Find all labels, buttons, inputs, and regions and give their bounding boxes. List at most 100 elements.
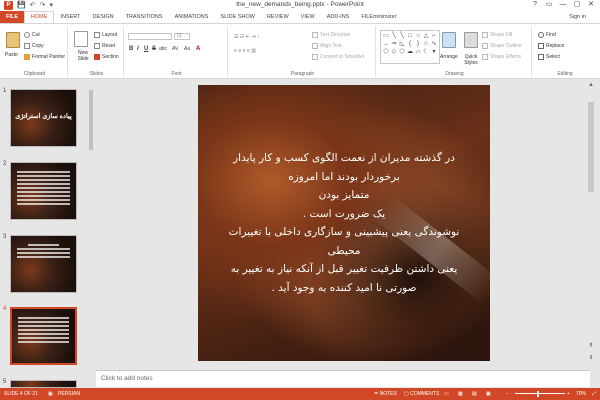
shape-rect-icon[interactable]: □: [406, 32, 414, 40]
section-button[interactable]: Section: [94, 54, 119, 60]
shape-triangle-icon[interactable]: △: [422, 32, 430, 40]
maximize-icon[interactable]: ▢: [570, 0, 584, 10]
shape-fill-button[interactable]: Shape Fill: [482, 32, 512, 38]
tab-review[interactable]: REVIEW: [261, 11, 295, 23]
text-direction-button[interactable]: Text Direction: [312, 32, 350, 38]
tab-view[interactable]: VIEW: [295, 11, 321, 23]
bold-button[interactable]: B: [129, 46, 133, 52]
shape-moon-icon[interactable]: ☾: [422, 48, 430, 56]
shape-outline-button[interactable]: Shape Outline: [482, 43, 522, 49]
zoom-out-icon[interactable]: −: [506, 388, 509, 400]
proofing-icon[interactable]: ▣: [48, 388, 53, 400]
cut-button[interactable]: Cut: [24, 32, 40, 38]
comments-button[interactable]: ▢ COMMENTS: [404, 388, 439, 400]
paste-icon[interactable]: [6, 32, 20, 48]
new-slide-button[interactable]: New Slide: [72, 50, 94, 62]
align-text-button[interactable]: Align Text: [312, 43, 342, 49]
tab-fileminimizer[interactable]: FILEminimizer: [355, 11, 402, 23]
font-size-field[interactable]: 72: [174, 33, 190, 40]
slide-thumbnail-4[interactable]: [10, 307, 77, 365]
strikethrough-button[interactable]: S: [152, 46, 156, 52]
alignment-buttons[interactable]: ≡ ≡ ≡ ≡ ▥: [234, 48, 256, 54]
format-painter-button[interactable]: Format Painter: [24, 54, 65, 60]
previous-slide-icon[interactable]: ⇞: [586, 342, 596, 349]
shape-cloud-icon[interactable]: ☁: [406, 48, 414, 56]
shape-effects-button[interactable]: Shape Effects: [482, 54, 521, 60]
minimize-icon[interactable]: —: [556, 0, 570, 10]
shape-callout-icon[interactable]: ▱: [414, 48, 422, 56]
reset-button[interactable]: Reset: [94, 43, 115, 49]
arrange-button[interactable]: Arrange: [440, 54, 458, 60]
close-icon[interactable]: ✕: [584, 0, 598, 10]
shapes-gallery[interactable]: ▭ ╲ ╲ □ ○ △ ⌐ → ⇒ ◺{} ☆ ∿ ⬠ ◇ ⬡ ☁ ▱ ☾ ▾: [380, 30, 440, 64]
tab-animations[interactable]: ANIMATIONS: [169, 11, 215, 23]
select-button[interactable]: Select: [538, 54, 560, 60]
arrange-icon[interactable]: [442, 32, 456, 48]
slide-thumbnail-5[interactable]: [10, 380, 77, 388]
slide-thumbnail-1[interactable]: پیاده سازی استراتژی: [10, 89, 77, 147]
replace-button[interactable]: Replace: [538, 43, 564, 49]
shape-star-icon[interactable]: ☆: [422, 40, 430, 48]
character-spacing-button[interactable]: AV: [172, 46, 178, 52]
shape-hex-icon[interactable]: ⬡: [398, 48, 406, 56]
zoom-level[interactable]: 70%: [576, 388, 586, 400]
tab-slide-show[interactable]: SLIDE SHOW: [214, 11, 261, 23]
thumbnails-scroll-thumb[interactable]: [89, 90, 93, 150]
bullets-button[interactable]: ☰ ☷ ⇤ ⇥ ↕: [234, 34, 259, 40]
slide-thumbnail-3[interactable]: [10, 235, 77, 293]
fit-slide-icon[interactable]: ⤢: [592, 388, 596, 400]
tab-home[interactable]: HOME: [23, 11, 55, 23]
ribbon-display-icon[interactable]: ▭: [542, 0, 556, 10]
change-case-button[interactable]: Aa: [184, 46, 190, 52]
shape-darrow-icon[interactable]: ⇒: [390, 40, 398, 48]
slide-body-text[interactable]: در گذشته مدیران از نعمت الگوی کسب و کار …: [212, 149, 476, 297]
sign-in-link[interactable]: Sign in: [569, 11, 586, 23]
shape-elbow-icon[interactable]: ⌐: [430, 32, 438, 40]
zoom-in-icon[interactable]: +: [567, 388, 570, 400]
font-name-field[interactable]: [128, 33, 172, 40]
shape-pentagon-icon[interactable]: ⬠: [382, 48, 390, 56]
copy-button[interactable]: Copy: [24, 43, 44, 49]
tab-add-ins[interactable]: ADD-INS: [321, 11, 356, 23]
scroll-up-icon[interactable]: ▲: [586, 82, 596, 88]
slide-thumbnail-2[interactable]: [10, 162, 77, 220]
normal-view-icon[interactable]: ▭: [444, 388, 449, 400]
shape-oval-icon[interactable]: ○: [414, 32, 422, 40]
shape-line-icon[interactable]: ╲: [390, 32, 398, 40]
shape-arrow-icon[interactable]: →: [382, 40, 390, 48]
editor-scroll-thumb[interactable]: [588, 102, 594, 192]
quick-styles-button[interactable]: Quick Styles: [460, 54, 482, 66]
layout-button[interactable]: Layout: [94, 32, 117, 38]
paste-button[interactable]: Paste: [5, 52, 18, 58]
editor-scrollbar[interactable]: ▲ ⇞ ⇟: [586, 80, 596, 370]
tab-design[interactable]: DESIGN: [87, 11, 120, 23]
tab-transitions[interactable]: TRANSITIONS: [120, 11, 169, 23]
zoom-slider[interactable]: [515, 393, 565, 394]
shape-brace-icon[interactable]: }: [414, 40, 422, 48]
convert-smartart-button[interactable]: Convert to SmartArt: [312, 54, 364, 60]
reading-view-icon[interactable]: ▤: [472, 388, 477, 400]
new-slide-icon[interactable]: [74, 31, 88, 47]
shape-bracket-icon[interactable]: {: [406, 40, 414, 48]
tab-file[interactable]: FILE: [0, 11, 24, 23]
shape-line2-icon[interactable]: ╲: [398, 32, 406, 40]
thumbnails-scrollbar[interactable]: [88, 82, 94, 384]
shape-diamond-icon[interactable]: ◇: [390, 48, 398, 56]
slide-sorter-icon[interactable]: ▦: [458, 388, 463, 400]
zoom-slider-thumb[interactable]: [537, 391, 539, 397]
help-icon[interactable]: ?: [528, 0, 542, 10]
slideshow-view-icon[interactable]: ▣: [486, 388, 491, 400]
font-color-button[interactable]: A: [196, 46, 200, 52]
shadow-button[interactable]: abc: [159, 46, 167, 52]
shape-textbox-icon[interactable]: ▭: [382, 32, 390, 40]
shape-rtriangle-icon[interactable]: ◺: [398, 40, 406, 48]
notes-pane[interactable]: Click to add notes: [96, 370, 590, 387]
language-indicator[interactable]: PERSIAN: [58, 388, 80, 400]
next-slide-icon[interactable]: ⇟: [586, 354, 596, 361]
current-slide[interactable]: در گذشته مدیران از نعمت الگوی کسب و کار …: [198, 85, 490, 361]
shape-more-icon[interactable]: ▾: [430, 48, 438, 56]
find-button[interactable]: Find: [538, 32, 556, 38]
quick-styles-icon[interactable]: [464, 32, 478, 48]
shape-curve-icon[interactable]: ∿: [430, 40, 438, 48]
tab-insert[interactable]: INSERT: [54, 11, 86, 23]
